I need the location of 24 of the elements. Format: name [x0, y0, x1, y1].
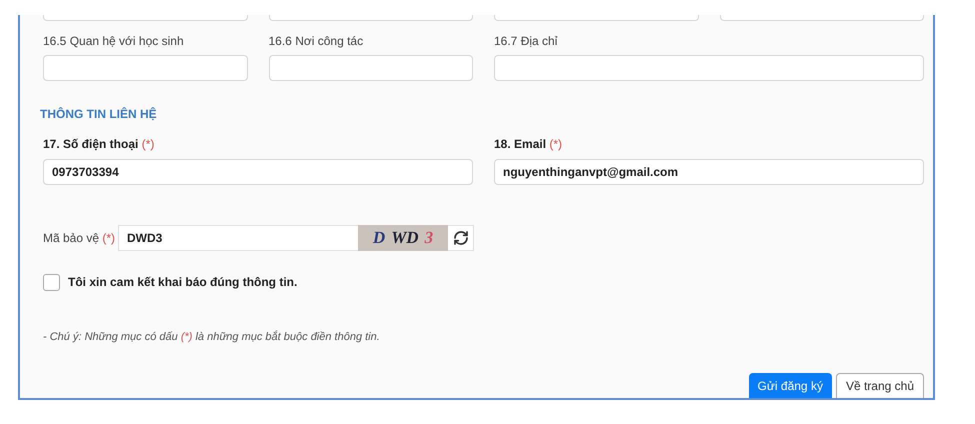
input-field[interactable]: 0973703394 — [43, 159, 473, 185]
input-field[interactable] — [43, 55, 248, 81]
field-label: 16.7 Địa chỉ — [494, 34, 558, 48]
field-label: Mã bảo vệ (*) — [43, 230, 116, 247]
input-field[interactable]: nguyenthinganvpt@gmail.com — [494, 159, 924, 185]
refresh-icon[interactable] — [448, 225, 474, 251]
checkbox-label: Tôi xin cam kết khai báo đúng thông tin. — [68, 274, 298, 291]
submit-button[interactable]: Gửi đăng ký — [748, 373, 832, 398]
text-field[interactable] — [43, 15, 248, 21]
text-field[interactable] — [720, 15, 924, 21]
field-label: 16.5 Quan hệ với học sinh — [43, 34, 185, 48]
note-text: - Chú ý: Những mục có dấu (*) là những mục bắt buộc điền thông tin. — [43, 330, 381, 345]
section-title: THÔNG TIN LIÊN HỆ — [40, 107, 158, 121]
input-field[interactable] — [268, 55, 473, 81]
field-label: 17. Số điện thoại (*) — [43, 137, 156, 151]
captcha-image: D WD 3 — [358, 225, 448, 251]
input-field[interactable] — [494, 55, 924, 81]
home-button[interactable]: Về trang chủ — [836, 373, 924, 398]
field-label: 16.6 Nơi công tác — [268, 34, 364, 48]
checkbox[interactable] — [43, 274, 60, 290]
text-field[interactable] — [494, 15, 698, 21]
captcha-field[interactable]: DWD3 — [118, 225, 358, 251]
field-label: 18. Email (*) — [494, 137, 564, 151]
text-field[interactable] — [268, 15, 473, 21]
